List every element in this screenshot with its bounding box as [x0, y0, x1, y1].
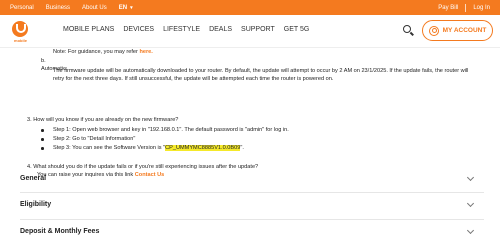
- accordion-title: General: [20, 175, 47, 182]
- search-icon[interactable]: [403, 25, 415, 37]
- bullet-icon: [41, 147, 44, 150]
- step-3-suffix: ".: [240, 145, 244, 151]
- bullet-icon: [41, 129, 44, 132]
- chevron-down-icon: [466, 199, 475, 208]
- my-account-label: MY ACCOUNT: [442, 27, 487, 34]
- personal-link[interactable]: Personal: [10, 5, 34, 11]
- brand-logo[interactable]: mobile: [12, 21, 29, 45]
- login-link[interactable]: Log In: [473, 5, 490, 11]
- divider: [465, 3, 467, 12]
- accordion-title: Deposit & Monthly Fees: [20, 228, 100, 235]
- step-2-text: Step 2: Go to "Detail Information": [53, 136, 136, 142]
- here-link[interactable]: here.: [139, 49, 152, 55]
- bullet-icon: [41, 138, 44, 141]
- software-version-highlight: CP_UMMYMC8885V1.0.0B09: [165, 145, 241, 151]
- nav-menu: MOBILE PLANS DEVICES LIFESTYLE DEALS SUP…: [63, 26, 309, 33]
- accordion-title: Eligibility: [20, 201, 52, 208]
- step-3-prefix: Step 3: You can see the Software Version…: [53, 145, 166, 151]
- nav-item-deals[interactable]: DEALS: [209, 26, 232, 33]
- guidance-note: Note: For guidance, you may refer here.: [53, 48, 153, 56]
- chevron-down-icon: ▾: [130, 4, 133, 11]
- note-text: Note: For guidance, you may refer: [53, 49, 140, 55]
- question-3: 3. How will you know if you are already …: [27, 117, 179, 123]
- top-utility-bar: Personal Business About Us EN ▾ Pay Bill…: [0, 0, 500, 15]
- pay-bill-link[interactable]: Pay Bill: [438, 5, 458, 11]
- automatic-description: The firmware update will be automaticall…: [53, 68, 469, 82]
- business-link[interactable]: Business: [46, 5, 70, 11]
- about-us-link[interactable]: About Us: [82, 5, 107, 11]
- user-icon: [428, 25, 439, 36]
- accordion-general[interactable]: General: [0, 167, 500, 193]
- nav-item-devices[interactable]: DEVICES: [123, 26, 154, 33]
- language-label: EN: [118, 4, 128, 11]
- step-1-text: Step 1: Open web browser and key in "192…: [53, 127, 289, 133]
- nav-item-lifestyle[interactable]: LIFESTYLE: [163, 26, 200, 33]
- logo-text: mobile: [14, 38, 27, 43]
- nav-item-mobile-plans[interactable]: MOBILE PLANS: [63, 26, 114, 33]
- chevron-down-icon: [466, 173, 475, 182]
- accordion-eligibility[interactable]: Eligibility: [0, 193, 500, 219]
- language-selector[interactable]: EN ▾: [119, 5, 133, 11]
- my-account-button[interactable]: MY ACCOUNT: [422, 20, 493, 41]
- nav-item-get-5g[interactable]: GET 5G: [284, 26, 310, 33]
- step-3-text: Step 3: You can see the Software Version…: [53, 144, 244, 152]
- chevron-down-icon: [466, 226, 475, 235]
- main-navigation: mobile MOBILE PLANS DEVICES LIFESTYLE DE…: [0, 15, 500, 48]
- nav-item-support[interactable]: SUPPORT: [241, 26, 275, 33]
- accordion-deposit-monthly-fees[interactable]: Deposit & Monthly Fees: [0, 220, 500, 246]
- logo-mark-icon: [12, 21, 28, 37]
